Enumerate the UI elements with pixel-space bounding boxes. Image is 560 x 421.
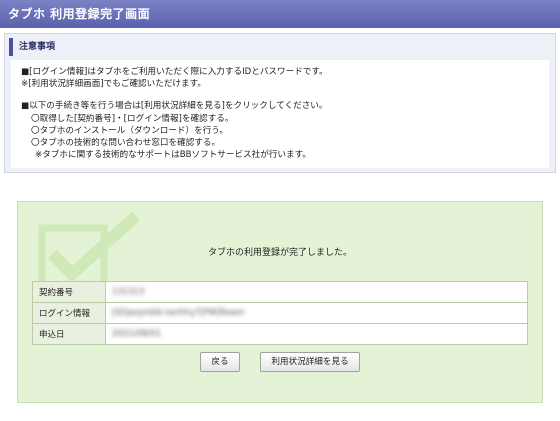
login-info-value: [ID]aoymbb-tanhhy7[PW]feaen	[112, 308, 245, 318]
table-row: 申込日 2021/08/01	[32, 323, 528, 345]
completion-message: タブホの利用登録が完了しました。	[207, 248, 352, 258]
back-button[interactable]: 戻る	[200, 352, 240, 372]
notice-line: ■以下の手続き等を行う場合は[利用状況詳細を見る]をクリックしてください。	[21, 101, 328, 112]
notice-line: 〇タブホの技術的な問い合わせ窓口を確認する。	[31, 138, 221, 149]
notice-line: ※[利用状況詳細画面]でもご確認いただけます。	[21, 79, 206, 90]
notice-line: ■[ログイン情報]はタブホをご利用いただく際に入力するIDとパスワードです。	[21, 67, 328, 77]
login-info-label: ログイン情報	[32, 302, 106, 324]
notice-heading: 注意事項	[9, 38, 555, 56]
notice-line: 〇タブホのインストール（ダウンロード）を行う。	[31, 125, 228, 136]
page-title-bar: タブホ 利用登録完了画面	[0, 0, 560, 28]
notice-line: ※タブホに関する技術的なサポートはBBソフトサービス社が行います。	[35, 150, 311, 161]
notice-line: 〇取得した[契約番号]・[ログイン情報]を確認する。	[31, 113, 234, 124]
contract-number-value: 131313	[112, 287, 145, 297]
completion-panel: タブホの利用登録が完了しました。 契約番号 131313 ログイン情報 [ID]…	[17, 201, 543, 403]
application-date-value: 2021/08/01	[112, 329, 161, 339]
contract-number-label: 契約番号	[32, 281, 106, 303]
page-title: タブホ 利用登録完了画面	[8, 7, 151, 21]
registration-info-table: 契約番号 131313 ログイン情報 [ID]aoymbb-tanhhy7[PW…	[32, 281, 528, 345]
notice-box: 注意事項 ■[ログイン情報]はタブホをご利用いただく際に入力するIDとパスワード…	[4, 33, 556, 173]
view-usage-details-button[interactable]: 利用状況詳細を見る	[260, 352, 360, 372]
table-row: ログイン情報 [ID]aoymbb-tanhhy7[PW]feaen	[32, 302, 528, 324]
application-date-label: 申込日	[32, 323, 106, 345]
table-row: 契約番号 131313	[32, 281, 528, 303]
notice-body: ■[ログイン情報]はタブホをご利用いただく際に入力するIDとパスワードです。 ※…	[11, 60, 549, 168]
